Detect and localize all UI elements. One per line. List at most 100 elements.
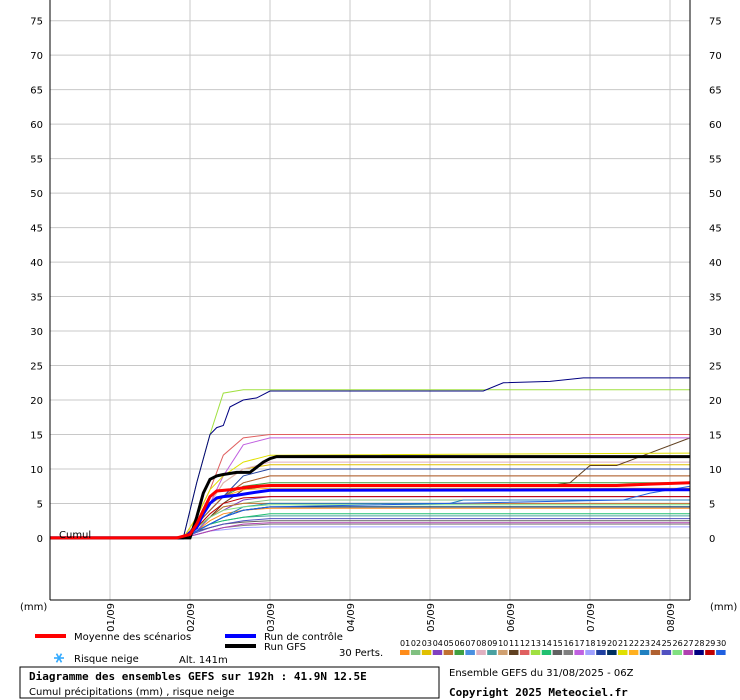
left-unit-label: (mm) [20, 602, 47, 613]
pert-legend-swatch [639, 650, 650, 655]
x-tick-label: 07/09 [586, 603, 597, 632]
y-tick-label-right: 50 [709, 189, 722, 200]
perturbation-line-22 [50, 487, 690, 539]
pert-legend-swatch [650, 650, 661, 655]
pert-legend-number: 11 [509, 639, 519, 648]
pert-legend-swatch [563, 650, 573, 655]
y-tick-label-left: 5 [37, 499, 43, 510]
grid-layer [50, 0, 690, 600]
pert-legend-swatch [672, 650, 682, 655]
y-tick-label-left: 45 [30, 224, 43, 235]
legend-gfs-label: Run GFS [264, 642, 306, 653]
pert-legend-swatch [618, 650, 628, 655]
copyright: Copyright 2025 Meteociel.fr [449, 686, 628, 699]
pert-legend-number: 08 [476, 639, 486, 648]
pert-legend-swatch [443, 650, 454, 655]
cumul-label: Cumul [59, 530, 91, 541]
snowflake-icon [54, 653, 64, 663]
x-tick-label: 02/09 [186, 603, 197, 632]
legend: Moyenne des scénarios Run de contrôle Ru… [35, 631, 726, 666]
y-tick-label-right: 25 [709, 362, 722, 373]
y-tick-label-left: 30 [30, 327, 43, 338]
footer-subtitle: Cumul précipitations (mm) , risque neige [29, 686, 234, 698]
pert-legend-number: 20 [607, 639, 617, 648]
y-tick-label-right: 20 [709, 396, 722, 407]
y-tick-label-left: 20 [30, 396, 43, 407]
pert-legend-swatch [661, 650, 672, 655]
y-tick-label-left: 25 [30, 362, 43, 373]
pert-legend-swatch [541, 650, 552, 655]
pert-legend-number: 30 [716, 639, 726, 648]
pert-legend-swatch [628, 650, 639, 655]
pert-legend-number: 04 [433, 639, 443, 648]
y-tick-label-left: 0 [37, 534, 43, 545]
pert-legend-number: 17 [574, 639, 584, 648]
pert-legend-number: 19 [596, 639, 606, 648]
pert-legend-number: 23 [640, 639, 650, 648]
pert-legend-swatch [487, 650, 497, 655]
ensemble-chart: 0 05 510 1015 1520 2025 2530 3035 3540 4045 4550 50… [19, 0, 737, 699]
perturbation-line-27 [50, 522, 690, 539]
legend-snow-label: Risque neige [74, 654, 139, 665]
legend-mean-label: Moyenne des scénarios [74, 631, 191, 643]
pert-legend-number: 03 [422, 639, 432, 648]
pert-legend-swatch [683, 650, 693, 655]
perts-count-label: 30 Perts. [339, 648, 383, 659]
y-tick-label-right: 15 [709, 430, 722, 441]
pert-legend-swatch [454, 650, 464, 655]
pert-legend-number: 29 [705, 639, 715, 648]
pert-legend-number: 06 [455, 639, 465, 648]
pert-legend-number: 12 [520, 639, 530, 648]
pert-legend-number: 26 [673, 639, 683, 648]
pert-legend-swatch [530, 650, 541, 655]
perturbation-line-30 [50, 485, 691, 539]
perturbation-line-14 [50, 513, 690, 539]
pert-legend-number: 22 [629, 639, 639, 648]
x-tick-label: 05/09 [426, 603, 437, 632]
pert-legend-number: 05 [444, 639, 454, 648]
pert-legend-swatch [716, 650, 726, 655]
pert-legend-swatch [476, 650, 486, 655]
pert-legend-swatch [432, 650, 443, 655]
perturbation-line-16 [50, 523, 690, 539]
pert-legend-number: 25 [662, 639, 672, 648]
pert-legend-number: 16 [564, 639, 574, 648]
y-tick-label-right: 70 [709, 51, 722, 62]
y-tick-label-right: 35 [709, 293, 722, 304]
y-tick-label-left: 65 [30, 86, 43, 97]
y-tick-label-left: 35 [30, 293, 43, 304]
y-tick-label-right: 65 [709, 86, 722, 97]
y-tick-label-right: 30 [709, 327, 722, 338]
pert-legend-swatch [694, 650, 704, 655]
pert-legend-number: 21 [618, 639, 628, 648]
pert-legend-number: 27 [683, 639, 693, 648]
y-tick-label-right: 5 [709, 499, 715, 510]
perturbation-line-18 [50, 526, 690, 539]
pert-legend-swatch [509, 650, 519, 655]
pert-legend-swatch [596, 650, 606, 655]
pert-legend-swatch [552, 650, 563, 655]
y-tick-label-right: 60 [709, 120, 722, 131]
pert-legend-number: 01 [400, 639, 410, 648]
y-tick-label-left: 50 [30, 189, 43, 200]
pert-legend-swatch [585, 650, 595, 655]
pert-legend-swatch [400, 650, 410, 655]
perturbation-line-29 [50, 496, 690, 539]
y-tick-label-right: 40 [709, 258, 722, 269]
pert-legend-number: 14 [542, 639, 552, 648]
x-tick-label: 01/09 [106, 603, 117, 632]
y-tick-label-right: 55 [709, 155, 722, 166]
pert-legend-number: 10 [498, 639, 508, 648]
y-tick-label-left: 15 [30, 430, 43, 441]
y-tick-label-right: 75 [709, 17, 722, 28]
pert-legend-number: 09 [487, 639, 497, 648]
pert-legend-number: 07 [465, 639, 475, 648]
pert-legend-number: 15 [553, 639, 563, 648]
y-tick-label-left: 40 [30, 258, 43, 269]
x-tick-label: 06/09 [506, 603, 517, 632]
altitude-label: Alt. 141m [179, 655, 228, 666]
pert-legend-number: 24 [651, 639, 661, 648]
y-tick-label-left: 70 [30, 51, 43, 62]
pert-legend-swatch [465, 650, 475, 655]
perturbation-legend: 01 02 03 04 05 06 07 08 09 10 11 12 13 14 15 16 17 18 19 20… [400, 639, 726, 655]
